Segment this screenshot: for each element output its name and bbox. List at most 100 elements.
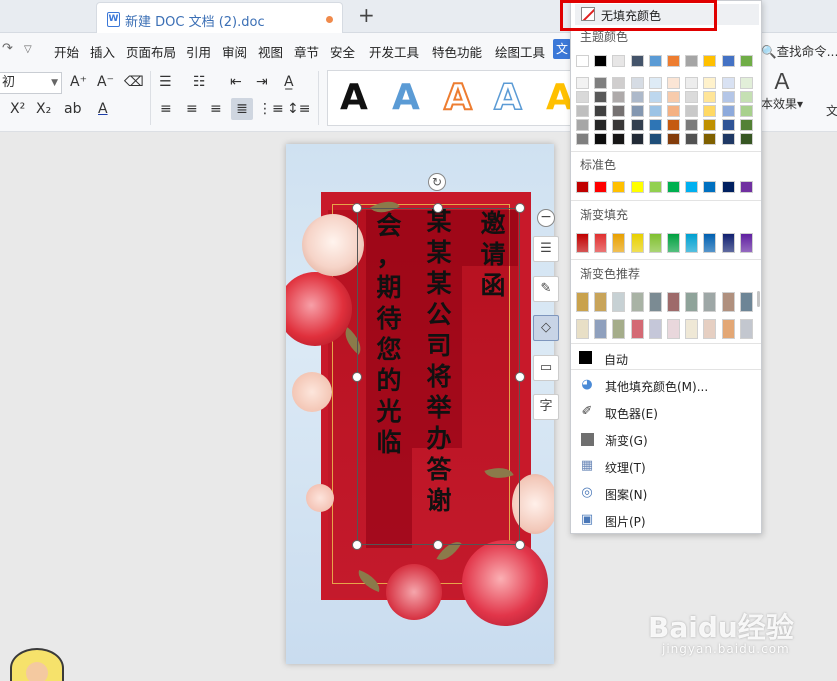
menu-item-texture[interactable]: ▦ 纹理(T) <box>579 456 755 478</box>
theme-shade-swatch[interactable] <box>594 77 607 89</box>
gradient-fill-swatch[interactable] <box>703 233 716 253</box>
fill-bucket-icon[interactable]: ◇ <box>533 315 559 341</box>
gradient-fill-swatch[interactable] <box>631 233 644 253</box>
menu-special-features[interactable]: 特色功能 <box>432 42 482 61</box>
standard-color-swatch[interactable] <box>612 181 625 193</box>
theme-shade-swatch[interactable] <box>722 105 735 117</box>
theme-shade-swatch[interactable] <box>703 77 716 89</box>
gradient-recommend-swatch[interactable] <box>685 319 698 339</box>
text-direction-icon[interactable]: A̲ <box>284 73 294 91</box>
theme-shade-swatch[interactable] <box>685 119 698 131</box>
align-center-icon[interactable]: ≡ <box>186 100 198 118</box>
theme-shade-swatch[interactable] <box>649 91 662 103</box>
menu-item-gradient[interactable]: 渐变(G) <box>579 429 755 451</box>
theme-shade-swatch[interactable] <box>631 91 644 103</box>
style-blue-a[interactable]: A <box>392 78 420 118</box>
gradient-recommend-swatch[interactable] <box>667 292 680 312</box>
gradient-recommend-swatch[interactable] <box>612 319 625 339</box>
standard-color-swatch[interactable] <box>685 181 698 193</box>
theme-shade-swatch[interactable] <box>685 133 698 145</box>
resize-handle[interactable] <box>433 203 443 213</box>
theme-shade-swatch[interactable] <box>703 105 716 117</box>
menu-insert[interactable]: 插入 <box>90 42 115 61</box>
theme-shade-swatch[interactable] <box>740 105 753 117</box>
theme-shade-swatch[interactable] <box>740 133 753 145</box>
clear-format-icon[interactable]: ⌫ <box>124 73 144 91</box>
theme-shade-swatch[interactable] <box>576 105 589 117</box>
gradient-recommend-swatch[interactable] <box>703 319 716 339</box>
resize-handle[interactable] <box>433 540 443 550</box>
superscript-icon[interactable]: X² <box>10 100 25 118</box>
theme-color-swatch[interactable] <box>722 55 735 67</box>
grow-font-icon[interactable]: A⁺ <box>70 73 87 91</box>
theme-shade-swatch[interactable] <box>612 105 625 117</box>
quick-access-dropdown-icon[interactable]: ▽ <box>24 44 32 55</box>
theme-shade-swatch[interactable] <box>703 133 716 145</box>
theme-shade-swatch[interactable] <box>612 77 625 89</box>
menu-page-layout[interactable]: 页面布局 <box>126 42 176 61</box>
theme-shade-swatch[interactable] <box>612 91 625 103</box>
scrollbar[interactable] <box>757 291 760 307</box>
text-wrap-icon[interactable]: ☰ <box>533 236 559 262</box>
theme-shade-swatch[interactable] <box>576 77 589 89</box>
textbox-selection[interactable] <box>357 208 520 545</box>
menu-review[interactable]: 审阅 <box>222 42 247 61</box>
menu-security[interactable]: 安全 <box>330 42 355 61</box>
theme-shade-swatch[interactable] <box>594 119 607 131</box>
menu-developer-tools[interactable]: 开发工具 <box>369 42 419 61</box>
gradient-recommend-swatch[interactable] <box>576 292 589 312</box>
menu-section[interactable]: 章节 <box>294 42 319 61</box>
theme-shade-swatch[interactable] <box>740 91 753 103</box>
resize-handle[interactable] <box>352 540 362 550</box>
theme-shade-swatch[interactable] <box>612 119 625 131</box>
theme-shade-swatch[interactable] <box>649 119 662 131</box>
style-black-a[interactable]: A <box>340 78 368 118</box>
align-left-icon[interactable]: ≡ <box>160 100 172 118</box>
resize-handle[interactable] <box>515 203 525 213</box>
theme-color-swatch[interactable] <box>685 55 698 67</box>
shrink-font-icon[interactable]: A⁻ <box>97 73 114 91</box>
theme-shade-swatch[interactable] <box>631 77 644 89</box>
resize-handle[interactable] <box>515 372 525 382</box>
theme-shade-swatch[interactable] <box>649 77 662 89</box>
font-color-icon[interactable]: A <box>98 100 108 118</box>
theme-shade-swatch[interactable] <box>631 105 644 117</box>
collapse-icon[interactable]: − <box>537 209 555 227</box>
menu-item-more-fill-colors[interactable]: ◕ 其他填充颜色(M)... <box>579 375 755 397</box>
theme-color-swatch[interactable] <box>649 55 662 67</box>
standard-color-swatch[interactable] <box>740 181 753 193</box>
increase-indent-icon[interactable]: ⇥ <box>256 73 268 91</box>
outline-pen-icon[interactable]: ✎ <box>533 276 559 302</box>
gradient-fill-swatch[interactable] <box>594 233 607 253</box>
textbox-border-icon[interactable]: ▭ <box>533 355 559 381</box>
menu-start[interactable]: 开始 <box>54 42 79 61</box>
theme-shade-swatch[interactable] <box>722 91 735 103</box>
theme-shade-swatch[interactable] <box>722 77 735 89</box>
gradient-recommend-swatch[interactable] <box>722 292 735 312</box>
gradient-recommend-swatch[interactable] <box>649 292 662 312</box>
decrease-indent-icon[interactable]: ⇤ <box>230 73 242 91</box>
theme-shade-swatch[interactable] <box>722 119 735 131</box>
theme-shade-swatch[interactable] <box>649 133 662 145</box>
theme-shade-swatch[interactable] <box>594 105 607 117</box>
standard-color-swatch[interactable] <box>594 181 607 193</box>
theme-color-swatch[interactable] <box>703 55 716 67</box>
style-orange-outline-a[interactable]: A <box>443 77 473 119</box>
theme-shade-swatch[interactable] <box>649 105 662 117</box>
theme-color-swatch[interactable] <box>612 55 625 67</box>
gradient-fill-swatch[interactable] <box>685 233 698 253</box>
text-effect-button[interactable]: Ａ 本效果▾ <box>760 71 804 112</box>
gradient-recommend-swatch[interactable] <box>685 292 698 312</box>
theme-shade-swatch[interactable] <box>685 91 698 103</box>
gradient-recommend-swatch[interactable] <box>667 319 680 339</box>
gradient-fill-swatch[interactable] <box>612 233 625 253</box>
gradient-recommend-swatch[interactable] <box>576 319 589 339</box>
line-spacing-icon[interactable]: ↕≡ <box>287 100 310 118</box>
standard-color-swatch[interactable] <box>631 181 644 193</box>
theme-shade-swatch[interactable] <box>612 133 625 145</box>
standard-color-swatch[interactable] <box>703 181 716 193</box>
gradient-fill-swatch[interactable] <box>722 233 735 253</box>
theme-shade-swatch[interactable] <box>576 91 589 103</box>
gradient-fill-swatch[interactable] <box>649 233 662 253</box>
theme-color-swatch[interactable] <box>631 55 644 67</box>
